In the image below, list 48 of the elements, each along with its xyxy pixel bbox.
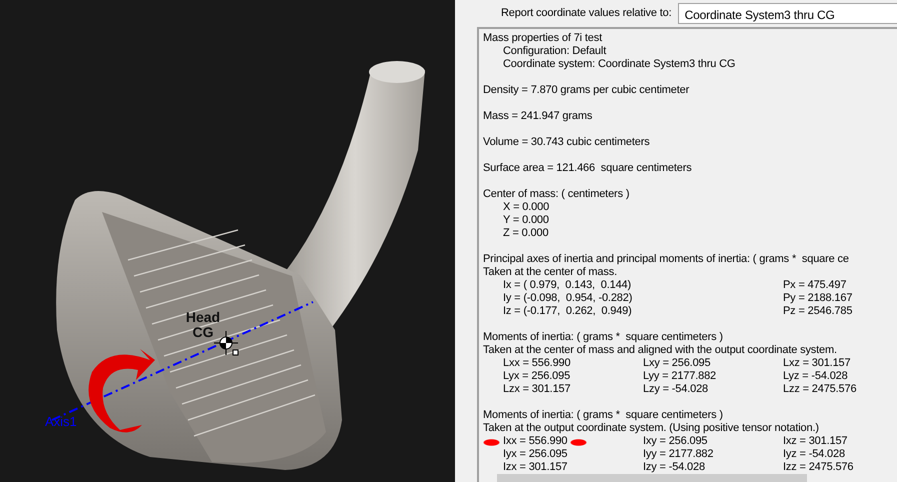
- inertia-value: Lxz = 301.157: [783, 357, 850, 370]
- center-of-gravity-icon: [214, 330, 238, 356]
- inertia-value: Izz = 2475.576: [783, 461, 854, 474]
- principal-moment-value: Px = 475.497: [783, 279, 848, 292]
- section-heading: Moments of inertia: ( grams * square centimeters ): [483, 331, 724, 344]
- inertia-value: Lyy = 2177.882: [643, 370, 716, 383]
- section-subheading: Taken at the center of mass and aligned with the output coordinate system.: [483, 344, 838, 357]
- highlighted-inertia-value: Ixx = 556.990: [483, 435, 588, 448]
- result-detail: Z = 0.000: [502, 227, 550, 240]
- result-line: Surface area = 121.466 square centimeters: [483, 162, 693, 175]
- inertia-value: Izx = 301.157: [503, 461, 568, 474]
- coordinate-system-dropdown[interactable]: Coordinate System3 thru CG: [678, 3, 897, 24]
- cg-label: Head: [186, 309, 220, 325]
- result-line: Mass properties of 7i test: [483, 32, 604, 45]
- section-heading: Principal axes of inertia and principal moments of inertia: ( grams * square ce: [483, 253, 850, 266]
- result-line: Density = 7.870 grams per cubic centimeter: [483, 84, 690, 97]
- inertia-value: Lyx = 256.095: [503, 370, 570, 383]
- inertia-value: Iyy = 2177.882: [643, 448, 714, 461]
- result-detail: Y = 0.000: [502, 214, 550, 227]
- section-subheading: Taken at the center of mass.: [483, 266, 618, 279]
- inertia-value: Lxx = 556.990: [503, 357, 570, 370]
- inertia-value: Iyz = -54.028: [783, 448, 845, 461]
- result-line: Mass = 241.947 grams: [483, 110, 594, 123]
- inertia-value: Iyx = 256.095: [503, 448, 568, 461]
- principal-axis-value: Ix = ( 0.979, 0.143, 0.144): [503, 279, 632, 292]
- report-label: Report coordinate values relative to:: [501, 6, 672, 22]
- inertia-value: Izy = -54.028: [643, 461, 705, 474]
- inertia-value: Lxy = 256.095: [643, 357, 710, 370]
- axis-label: Axis1: [45, 414, 77, 429]
- result-line: Center of mass: ( centimeters ): [483, 188, 630, 201]
- inertia-value: Lzy = -54.028: [643, 383, 708, 396]
- principal-axis-value: Iz = (-0.177, 0.262, 0.949): [503, 305, 633, 318]
- principal-axis-value: Iy = (-0.098, 0.954, -0.282): [503, 292, 634, 305]
- result-detail: Coordinate system: Coordinate System3 thru CG: [502, 58, 736, 71]
- section-heading: Moments of inertia: ( grams * square centimeters ): [483, 409, 724, 422]
- inertia-value: Ixz = 301.157: [783, 435, 848, 448]
- principal-moment-value: Pz = 2546.785: [783, 305, 854, 318]
- result-line: Volume = 30.743 cubic centimeters: [483, 136, 651, 149]
- inertia-value: Lzz = 2475.576: [783, 383, 856, 396]
- inertia-value: Lyz = -54.028: [783, 370, 848, 383]
- inertia-value: Ixy = 256.095: [643, 435, 708, 448]
- rotation-arrow-icon: [88, 349, 155, 432]
- result-detail: X = 0.000: [502, 201, 550, 214]
- section-subheading: Taken at the output coordinate system. (Using positive tensor notation.): [483, 422, 820, 435]
- cg-label: CG: [192, 324, 214, 340]
- principal-moment-value: Py = 2188.167: [783, 292, 854, 305]
- inertia-value: Lzx = 301.157: [503, 383, 570, 396]
- result-detail: Configuration: Default: [502, 45, 608, 58]
